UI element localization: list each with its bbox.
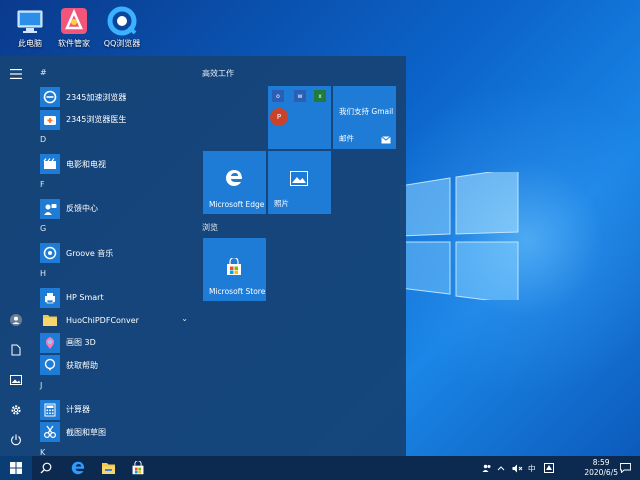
mail-icon <box>381 136 391 144</box>
app-label: 2345加速浏览器 <box>66 92 127 102</box>
hp-smart-icon <box>40 287 60 308</box>
tile-office[interactable]: o w x P <box>268 86 331 149</box>
excel-icon: x <box>314 90 326 102</box>
computer-icon <box>15 6 45 36</box>
photos-icon <box>290 171 308 186</box>
tile-store[interactable]: Microsoft Store <box>203 238 266 301</box>
desktop-icon-qq-browser[interactable]: QQ浏览器 <box>92 4 152 49</box>
store-icon <box>227 258 241 275</box>
paint-3d-icon <box>40 332 60 353</box>
chevron-down-icon[interactable]: ⌄ <box>181 314 188 323</box>
tile-label: 照片 <box>274 199 289 208</box>
section-letter[interactable]: F <box>32 176 192 198</box>
app-item[interactable]: 电影和电视 <box>32 153 192 176</box>
section-letter[interactable]: # <box>32 64 192 86</box>
clock-time: 8:59 <box>592 458 610 467</box>
app-item[interactable]: 画图 3D <box>32 332 192 355</box>
desktop-icon-label: QQ浏览器 <box>103 39 141 48</box>
clock-date: 2020/6/5 <box>584 468 618 477</box>
documents-icon[interactable] <box>8 342 24 358</box>
group-title-browse[interactable]: 浏览 <box>202 222 218 233</box>
section-letter[interactable]: J <box>32 377 192 399</box>
desktop-icon-label: 此电脑 <box>18 39 42 48</box>
tile-mail[interactable]: 我们支持 Gmail 邮件 <box>333 86 396 149</box>
group-title-productivity[interactable]: 高效工作 <box>202 68 234 79</box>
app-list: # 2345加速浏览器 2345浏览器医生 D 电影和电视 F 反馈中心 G G… <box>32 64 192 456</box>
app-item-folder[interactable]: HuoChiPDFConver ⌄ <box>32 309 192 332</box>
app-label: 电影和电视 <box>66 159 106 169</box>
start-rail <box>0 56 32 456</box>
app-item[interactable]: 获取帮助 <box>32 354 192 377</box>
qq-browser-icon <box>107 6 137 36</box>
tray-volume-muted-icon[interactable] <box>512 456 523 480</box>
desktop-icon-label: 软件管家 <box>58 39 90 48</box>
app-item[interactable]: Groove 音乐 <box>32 242 192 265</box>
app-label: HuoChiPDFConver <box>66 315 139 325</box>
word-icon: w <box>294 90 306 102</box>
edge-icon[interactable] <box>64 456 92 480</box>
section-letter[interactable]: H <box>32 265 192 287</box>
tile-edge[interactable]: Microsoft Edge <box>203 151 266 214</box>
edge-icon <box>226 170 242 186</box>
powerpoint-icon: P <box>270 108 288 126</box>
movies-tv-icon <box>40 154 60 175</box>
browser-2345-icon <box>40 87 60 108</box>
search-icon[interactable] <box>32 456 60 480</box>
pictures-icon[interactable] <box>8 372 24 388</box>
hamburger-icon[interactable] <box>8 66 24 82</box>
tray-app-icon[interactable] <box>544 456 554 480</box>
software-manager-icon <box>59 6 89 36</box>
tiles-pane: 高效工作 o w x P 我们支持 Gmail 邮件 Microsoft Edg… <box>196 56 406 456</box>
groove-music-icon <box>40 243 60 264</box>
notification-center-icon[interactable] <box>616 456 634 480</box>
file-explorer-icon[interactable] <box>94 456 122 480</box>
taskbar-clock[interactable]: 8:59 2020/6/5 <box>584 458 618 478</box>
app-item[interactable]: 反馈中心 <box>32 198 192 221</box>
app-label: Groove 音乐 <box>66 248 114 258</box>
tray-people-icon[interactable] <box>482 456 492 480</box>
section-letter[interactable]: D <box>32 131 192 153</box>
app-label: 画图 3D <box>66 338 96 348</box>
app-item[interactable]: 计算器 <box>32 399 192 422</box>
app-item[interactable]: 2345加速浏览器 <box>32 86 192 109</box>
app-label: 2345浏览器医生 <box>66 115 127 125</box>
app-label: 获取帮助 <box>66 360 98 370</box>
start-button[interactable] <box>0 456 32 480</box>
tile-photos[interactable]: 照片 <box>268 151 331 214</box>
outlook-icon: o <box>272 90 284 102</box>
get-help-icon <box>40 355 60 376</box>
taskbar: 中 8:59 2020/6/5 <box>0 456 640 480</box>
app-label: 截图和草图 <box>66 427 106 437</box>
power-icon[interactable] <box>8 432 24 448</box>
browser-doctor-icon <box>40 109 60 130</box>
settings-icon[interactable] <box>8 402 24 418</box>
start-menu: # 2345加速浏览器 2345浏览器医生 D 电影和电视 F 反馈中心 G G… <box>0 56 406 456</box>
app-item[interactable]: 截图和草图 <box>32 421 192 444</box>
section-letter[interactable]: G <box>32 220 192 242</box>
snip-sketch-icon <box>40 422 60 443</box>
app-item[interactable]: HP Smart <box>32 287 192 310</box>
windows-logo-wallpaper <box>400 172 519 300</box>
app-label: HP Smart <box>66 293 104 303</box>
app-label: 反馈中心 <box>66 204 98 214</box>
app-label: 计算器 <box>66 405 90 415</box>
feedback-icon <box>40 198 60 219</box>
calculator-icon <box>40 399 60 420</box>
tile-label: Microsoft Edge <box>209 200 265 209</box>
store-icon[interactable] <box>124 456 152 480</box>
folder-icon <box>40 310 60 330</box>
tray-chevron-up-icon[interactable] <box>497 456 505 480</box>
mail-tile-title: 我们支持 Gmail <box>339 107 394 116</box>
user-avatar-icon[interactable] <box>8 312 24 328</box>
tile-label: Microsoft Store <box>209 287 266 296</box>
windows-start-icon <box>10 462 22 474</box>
tray-ime-indicator[interactable]: 中 <box>528 456 536 480</box>
section-letter[interactable]: K <box>32 444 192 457</box>
app-item[interactable]: 2345浏览器医生 <box>32 109 192 132</box>
tile-label: 邮件 <box>339 134 354 143</box>
